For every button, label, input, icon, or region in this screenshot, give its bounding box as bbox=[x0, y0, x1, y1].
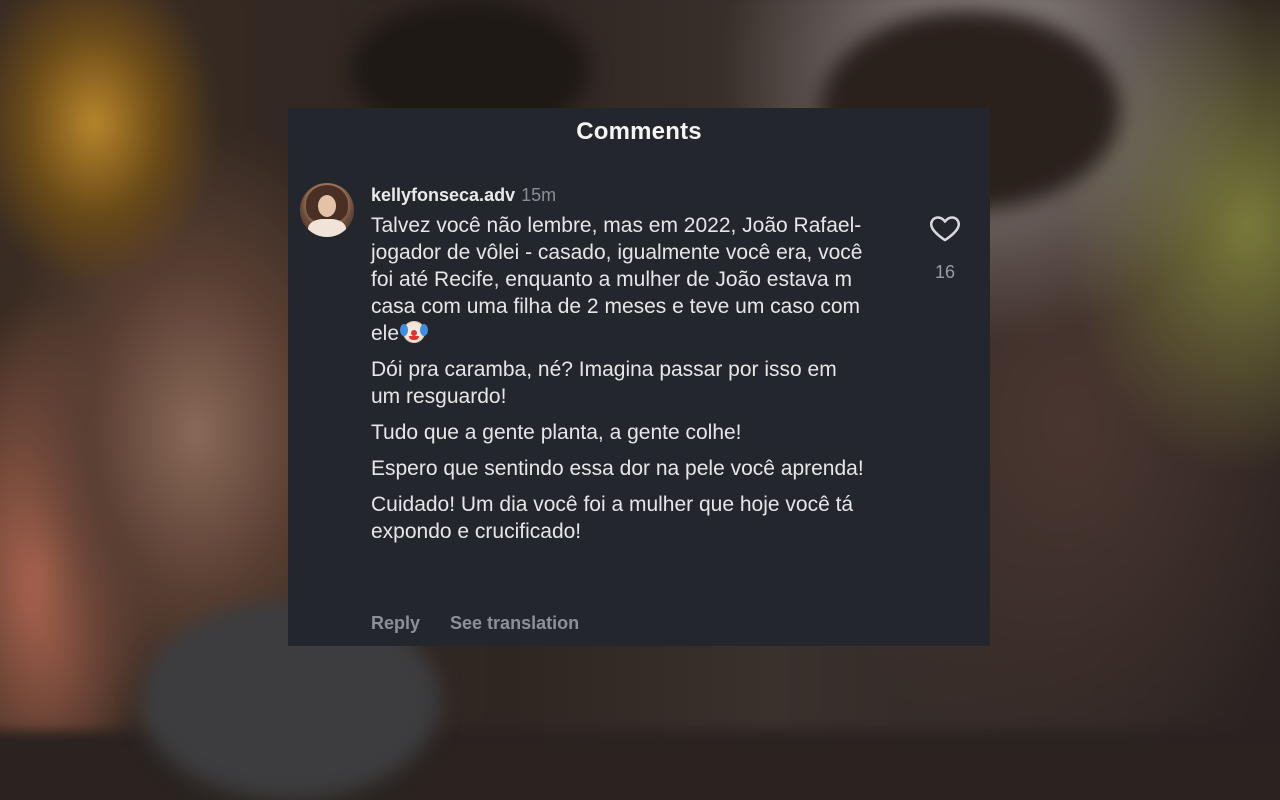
clown-face-emoji-icon bbox=[400, 321, 429, 343]
avatar[interactable] bbox=[300, 183, 354, 237]
comment-paragraph: Talvez você não lembre, mas em 2022, Joã… bbox=[371, 214, 863, 345]
comment-paragraph: Dói pra caramba, né? Imagina passar por … bbox=[371, 358, 837, 408]
username[interactable]: kellyfonseca.adv bbox=[371, 185, 515, 205]
comment-text: Talvez você não lembre, mas em 2022, Joã… bbox=[371, 212, 871, 554]
reply-button[interactable]: Reply bbox=[371, 613, 420, 633]
comment-paragraph: Espero que sentindo essa dor na pele voc… bbox=[371, 457, 864, 480]
comment-timestamp: 15m bbox=[521, 185, 557, 205]
panel-title: Comments bbox=[576, 118, 702, 145]
comments-panel: Comments kellyfonseca.adv 15m Talvez você… bbox=[288, 108, 990, 646]
heart-outline-icon[interactable] bbox=[928, 211, 962, 245]
comment-header: kellyfonseca.adv 15m bbox=[371, 183, 556, 207]
comment-actions: Reply See translation bbox=[371, 613, 579, 634]
comment-paragraph: Tudo que a gente planta, a gente colhe! bbox=[371, 421, 742, 444]
see-translation-button[interactable]: See translation bbox=[450, 613, 579, 633]
like-count: 16 bbox=[934, 262, 956, 282]
comment-paragraph: Cuidado! Um dia você foi a mulher que ho… bbox=[371, 493, 854, 543]
